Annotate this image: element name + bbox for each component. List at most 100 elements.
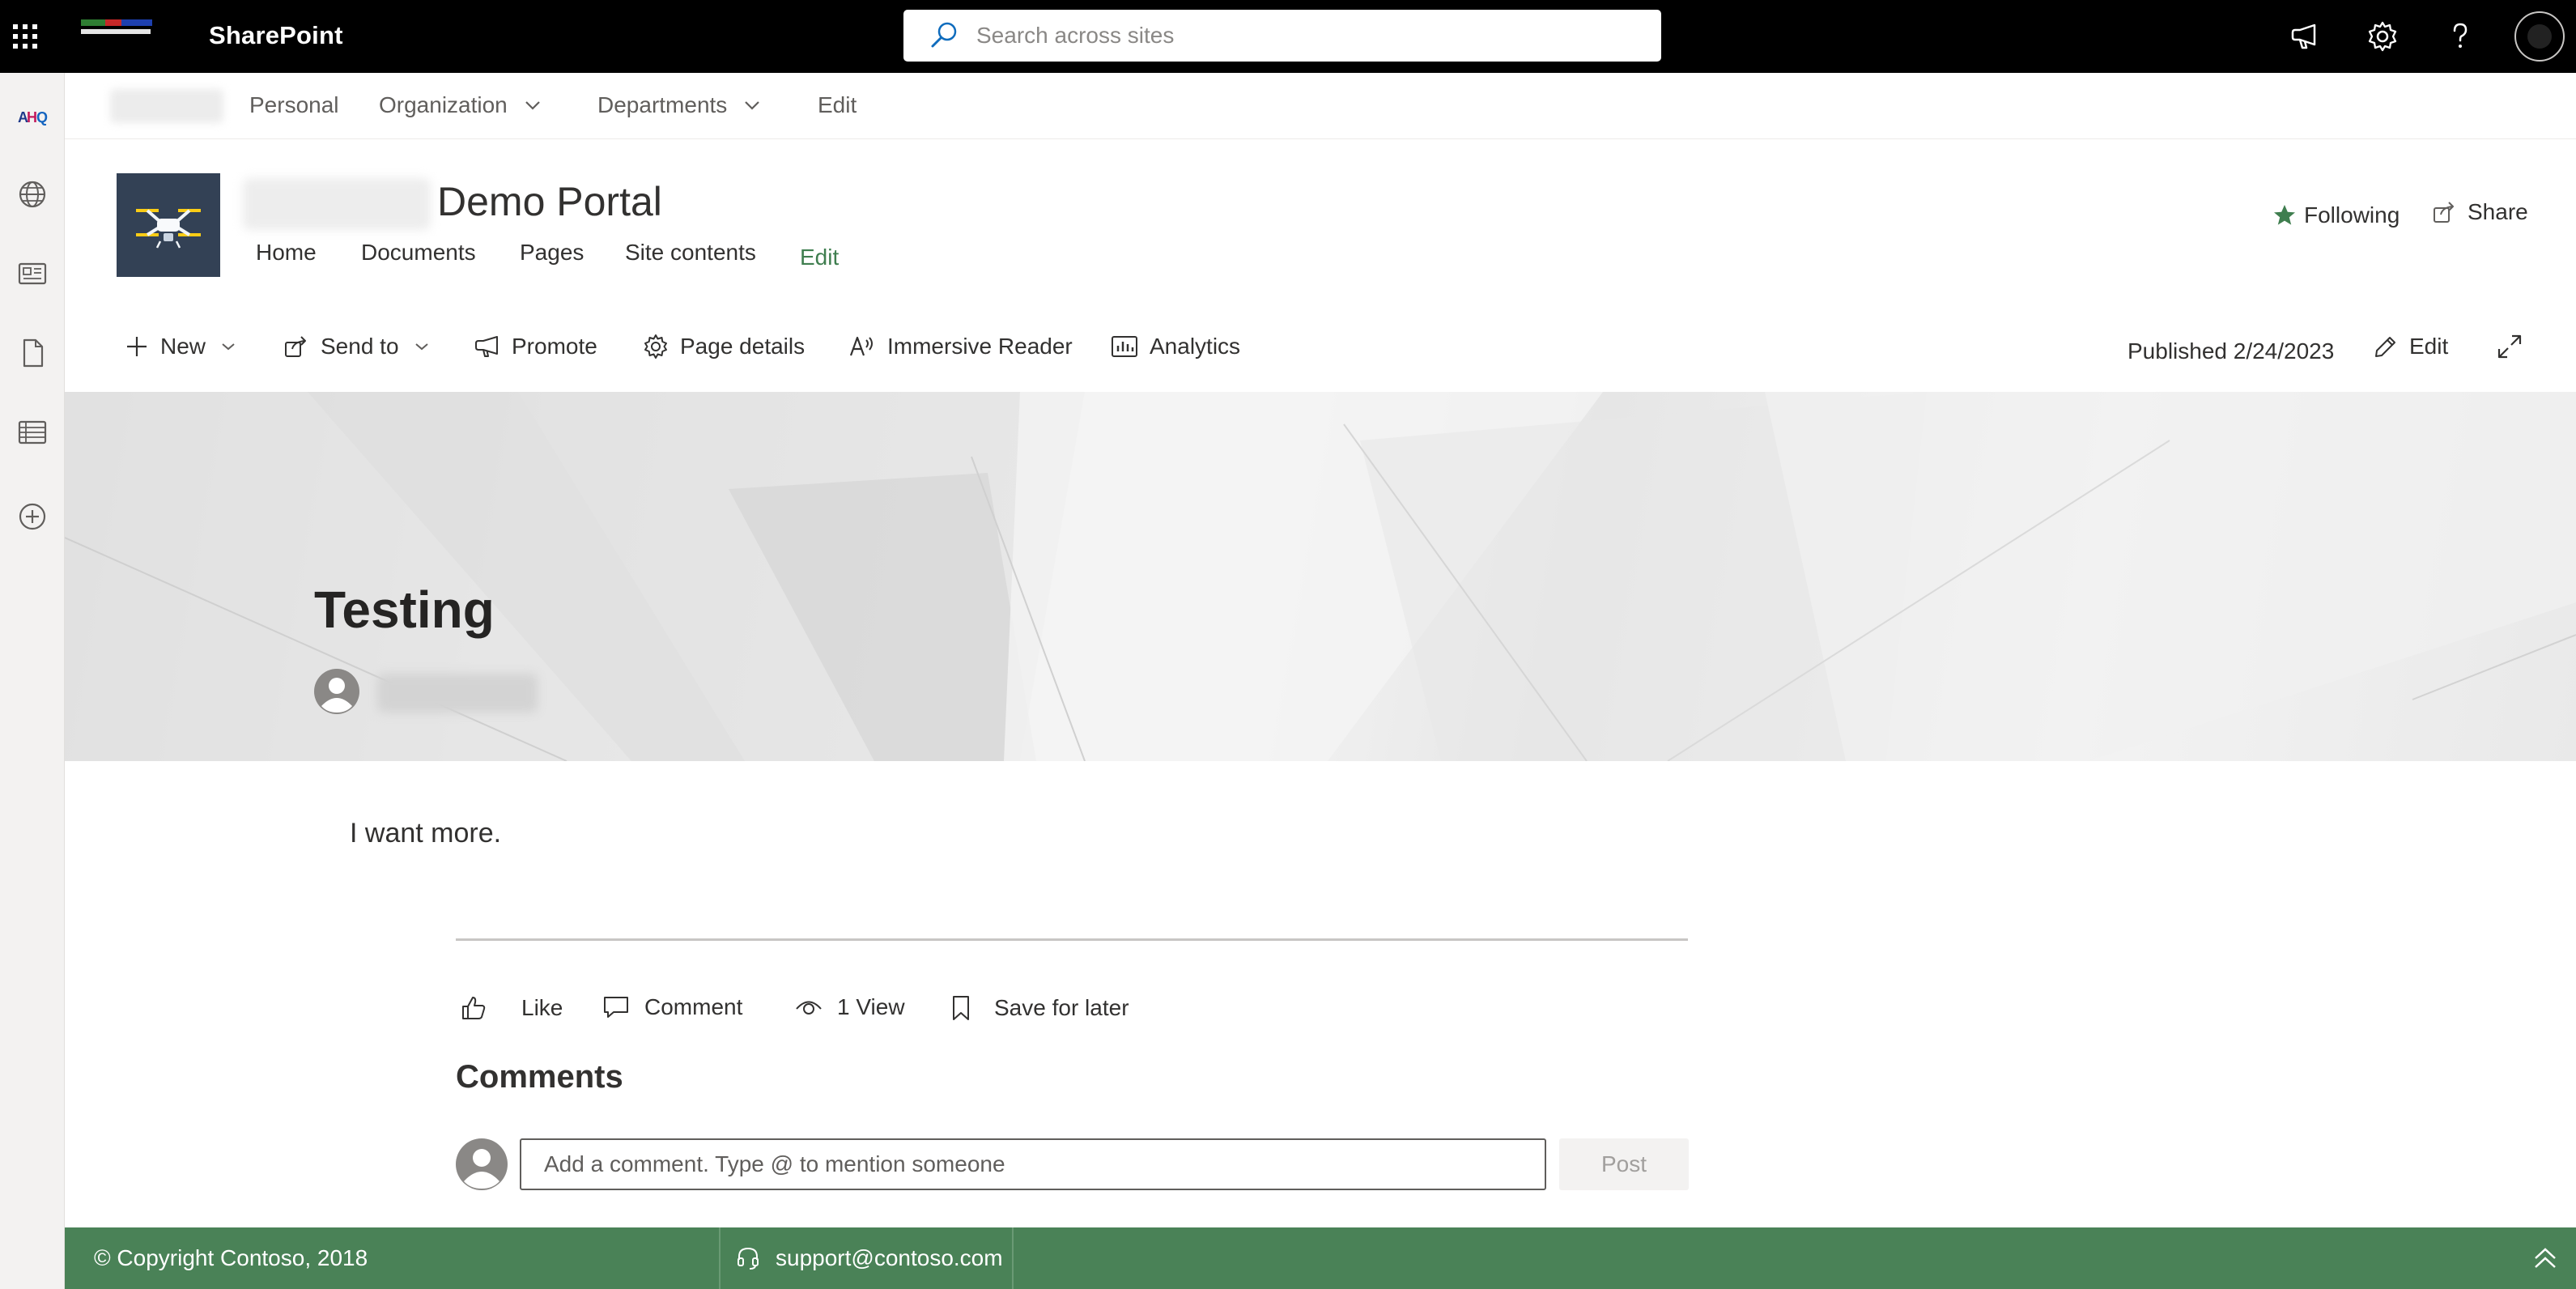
immersive-reader-button[interactable]: Immersive Reader bbox=[848, 334, 1073, 359]
megaphone-icon[interactable] bbox=[2283, 15, 2327, 58]
like-icon bbox=[462, 997, 486, 1019]
star-icon bbox=[2274, 205, 2295, 225]
promote-button[interactable]: Promote bbox=[473, 334, 597, 359]
chevron-down-icon bbox=[414, 343, 428, 351]
site-footer: © Copyright Contoso, 2018 support@contos… bbox=[65, 1227, 2576, 1289]
post-button[interactable]: Post bbox=[1559, 1138, 1689, 1190]
suite-bar: SharePoint bbox=[0, 0, 2576, 73]
left-app-bar: A H Q bbox=[0, 73, 65, 1289]
globe-icon[interactable] bbox=[8, 170, 57, 219]
site-title-redacted-prefix bbox=[243, 178, 431, 230]
search-input[interactable] bbox=[976, 23, 1640, 49]
support-link[interactable]: support@contoso.com bbox=[719, 1227, 1014, 1289]
headset-icon bbox=[738, 1247, 759, 1270]
pencil-icon bbox=[2375, 337, 2395, 357]
like-label: Like bbox=[521, 995, 563, 1020]
news-icon[interactable] bbox=[8, 249, 57, 298]
document-icon[interactable] bbox=[8, 329, 57, 377]
share-icon bbox=[2434, 202, 2454, 223]
bookmark-icon bbox=[953, 996, 969, 1020]
site-nav-pages[interactable]: Pages bbox=[520, 240, 584, 266]
megaphone-icon bbox=[475, 336, 498, 357]
comment-icon bbox=[604, 997, 628, 1018]
hub-nav-edit[interactable]: Edit bbox=[818, 92, 857, 118]
views-label: 1 View bbox=[837, 994, 905, 1019]
comment-input[interactable] bbox=[520, 1138, 1546, 1190]
comment-button[interactable]: Comment bbox=[602, 994, 742, 1020]
organization-logo[interactable] bbox=[78, 18, 155, 40]
like-button[interactable]: Like bbox=[460, 994, 563, 1022]
hub-nav-label: Personal bbox=[249, 92, 339, 117]
new-label: New bbox=[160, 334, 206, 359]
list-icon[interactable] bbox=[8, 408, 57, 457]
share-label: Share bbox=[2468, 199, 2528, 224]
hub-nav-personal[interactable]: Personal bbox=[249, 92, 339, 118]
immersive-reader-icon bbox=[849, 336, 873, 356]
chevron-up-double-icon[interactable] bbox=[2529, 1242, 2561, 1274]
waffle-icon[interactable] bbox=[0, 0, 50, 73]
user-avatar[interactable] bbox=[2514, 11, 2565, 62]
drone-icon bbox=[136, 209, 201, 249]
promote-label: Promote bbox=[512, 334, 597, 359]
following-label: Following bbox=[2304, 202, 2400, 228]
commenter-avatar-icon bbox=[456, 1138, 508, 1190]
site-nav-documents[interactable]: Documents bbox=[361, 240, 476, 266]
edit-page-button[interactable]: Edit bbox=[2374, 334, 2448, 359]
chevron-down-icon bbox=[222, 343, 235, 351]
plus-icon bbox=[127, 337, 147, 356]
hub-nav-label: Organization bbox=[379, 92, 508, 117]
page-title-banner: Testing bbox=[65, 392, 2576, 761]
hub-navigation: Personal Organization Departments Edit bbox=[65, 73, 2576, 139]
hub-nav-departments[interactable]: Departments bbox=[597, 92, 761, 118]
page-title: Testing bbox=[314, 581, 495, 639]
author-avatar-icon[interactable] bbox=[314, 669, 359, 714]
immersive-reader-label: Immersive Reader bbox=[887, 334, 1073, 359]
copyright-text: © Copyright Contoso, 2018 bbox=[94, 1245, 368, 1270]
site-logo-icon[interactable]: A H Q bbox=[8, 92, 57, 141]
hub-nav-organization[interactable]: Organization bbox=[379, 92, 542, 118]
analytics-button[interactable]: Analytics bbox=[1111, 334, 1240, 359]
hub-name-redacted[interactable] bbox=[110, 89, 223, 123]
edit-label: Edit bbox=[2409, 334, 2449, 359]
app-name[interactable]: SharePoint bbox=[209, 21, 343, 50]
search-icon bbox=[928, 19, 960, 52]
views-count: 1 View bbox=[795, 994, 905, 1020]
comments-heading: Comments bbox=[456, 1059, 623, 1095]
analytics-icon bbox=[1112, 336, 1137, 357]
published-date: Published 2/24/2023 bbox=[2128, 338, 2335, 364]
send-to-button[interactable]: Send to bbox=[283, 334, 430, 359]
search-box[interactable] bbox=[903, 10, 1661, 62]
hub-nav-label: Edit bbox=[818, 92, 857, 117]
expand-icon bbox=[2497, 334, 2522, 359]
gear-icon bbox=[644, 334, 667, 359]
comment-label: Comment bbox=[644, 994, 743, 1019]
eye-icon bbox=[796, 1001, 822, 1015]
hub-nav-label: Departments bbox=[597, 92, 728, 117]
page-details-button[interactable]: Page details bbox=[643, 334, 805, 359]
add-circle-icon[interactable] bbox=[8, 492, 57, 541]
new-button[interactable]: New bbox=[125, 334, 236, 359]
save-for-later-label: Save for later bbox=[994, 995, 1129, 1020]
site-nav-site-contents[interactable]: Site contents bbox=[625, 240, 756, 266]
gear-icon[interactable] bbox=[2361, 15, 2404, 58]
page-details-label: Page details bbox=[680, 334, 806, 359]
help-icon[interactable] bbox=[2438, 15, 2482, 58]
site-nav-edit[interactable]: Edit bbox=[800, 245, 839, 270]
following-button[interactable]: Following bbox=[2272, 202, 2400, 228]
save-for-later-button[interactable]: Save for later bbox=[949, 994, 1129, 1022]
page-body-text: I want more. bbox=[350, 818, 502, 849]
share-button[interactable]: Share bbox=[2432, 199, 2528, 225]
site-logo[interactable] bbox=[117, 173, 220, 277]
expand-button[interactable] bbox=[2497, 334, 2534, 359]
author-name-redacted[interactable] bbox=[377, 674, 538, 713]
chevron-down-icon bbox=[524, 100, 542, 111]
site-title[interactable]: Demo Portal bbox=[437, 178, 662, 225]
svg-text:Q: Q bbox=[36, 109, 48, 125]
support-email: support@contoso.com bbox=[776, 1245, 1003, 1270]
send-to-label: Send to bbox=[321, 334, 399, 359]
send-icon bbox=[285, 336, 306, 357]
chevron-down-icon bbox=[743, 100, 761, 111]
content-divider bbox=[456, 938, 1688, 941]
analytics-label: Analytics bbox=[1150, 334, 1241, 359]
site-nav-home[interactable]: Home bbox=[256, 240, 317, 266]
